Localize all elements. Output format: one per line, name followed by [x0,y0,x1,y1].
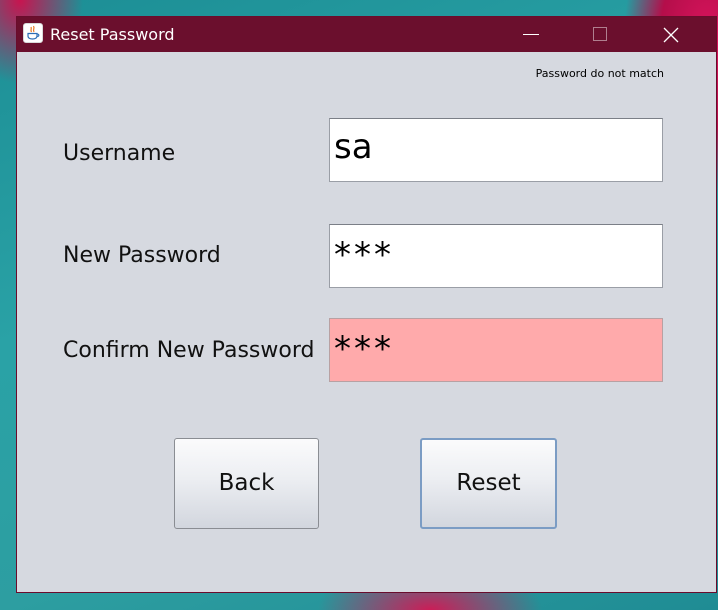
reset-button[interactable]: Reset [420,438,557,529]
username-value: sa [334,127,373,167]
confirm-password-value: *** [334,329,394,369]
confirm-password-label: Confirm New Password [63,338,315,363]
minimize-button[interactable] [506,17,552,52]
maximize-button[interactable] [576,17,622,52]
close-icon [663,27,679,43]
new-password-label: New Password [63,243,221,268]
reset-password-window: Reset Password Password do not match Use… [16,16,717,593]
new-password-field[interactable]: *** [329,224,663,288]
back-button[interactable]: Back [174,438,319,529]
confirm-password-field[interactable]: *** [329,318,663,382]
close-button[interactable] [647,17,693,52]
maximize-icon [593,27,607,41]
status-message: Password do not match [535,67,664,80]
java-app-icon[interactable] [23,23,43,43]
minimize-icon [523,34,539,35]
new-password-value: *** [334,235,394,275]
title-bar[interactable]: Reset Password [17,17,716,52]
username-field[interactable]: sa [329,118,663,182]
window-title: Reset Password [50,25,175,44]
username-label: Username [63,141,176,166]
